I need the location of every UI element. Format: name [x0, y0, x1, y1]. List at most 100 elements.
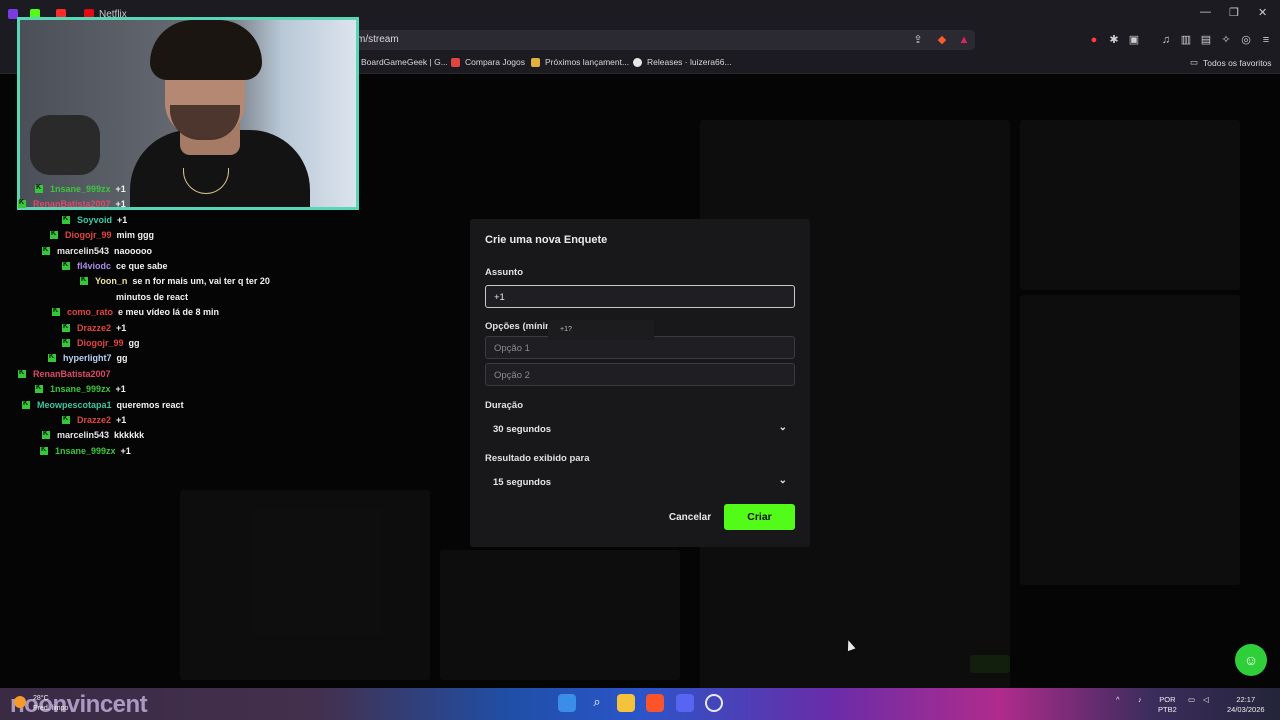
kick-badge-icon — [62, 215, 70, 224]
option-2-input[interactable]: Opção 2 — [485, 363, 795, 386]
subject-input[interactable]: +1 — [485, 285, 795, 308]
background-chat-actions-panel — [1020, 295, 1240, 585]
webcam-overlay — [17, 17, 359, 210]
chat-text: se n for mais um, vai ter q ter 20 — [132, 276, 270, 287]
weather-widget[interactable]: 28°C Pred. limpo — [33, 694, 68, 714]
chat-message: marcelin543 kkkkkk — [42, 430, 144, 440]
clock-time: 22:17 — [1236, 695, 1256, 704]
chat-message: minutos de react — [116, 292, 188, 302]
chat-text: queremos react — [116, 399, 184, 410]
chat-message: RenanBatista2007 +1 — [18, 199, 126, 209]
chat-message: 1nsane_999zx +1 — [35, 184, 126, 194]
duration-label: Duração — [485, 400, 524, 411]
minimize-icon[interactable]: — — [1200, 6, 1211, 18]
close-icon[interactable]: ✕ — [1258, 6, 1267, 19]
bookmark-label: BoardGameGeek | G... — [361, 57, 448, 67]
search-icon[interactable]: ⌕ — [588, 694, 606, 712]
discord-icon[interactable] — [676, 694, 694, 712]
volume-icon[interactable]: ◁ — [1203, 695, 1209, 705]
chat-message: 1nsane_999zx +1 — [35, 384, 126, 394]
bookmark-boardgamegeek[interactable]: BoardGameGeek | G... — [361, 57, 448, 67]
sidebar-icon[interactable]: ▥ — [1180, 34, 1192, 46]
share-icon[interactable]: ⇪ — [912, 34, 924, 46]
microphone-icon[interactable]: ♪ — [1138, 695, 1142, 705]
stream-logo-watermark: noonvincent — [10, 691, 148, 718]
chat-text: gg — [116, 353, 128, 364]
bookmark-all-favorites[interactable]: ▭ Todos os favoritos — [1190, 57, 1272, 68]
chat-username[interactable]: Meowpescotapa1 — [37, 400, 112, 410]
result-label: Resultado exibido para — [485, 453, 590, 464]
bookmark-releases[interactable]: Releases · luizera66... — [633, 57, 732, 67]
result-duration-select[interactable]: 15 segundos ⌄ — [485, 472, 795, 494]
bookmark-compara-jogos[interactable]: Compara Jogos — [451, 57, 525, 67]
chat-username[interactable]: 1nsane_999zx — [50, 184, 111, 194]
chat-username[interactable]: como_rato — [67, 307, 113, 317]
chat-username[interactable]: RenanBatista2007 — [33, 369, 111, 379]
rewards-icon[interactable]: ▲ — [958, 34, 970, 46]
duration-select[interactable]: 30 segundos ⌄ — [485, 419, 795, 441]
chat-message: RenanBatista2007 — [18, 369, 116, 379]
chat-username[interactable]: hyperlight7 — [63, 353, 112, 363]
chat-username[interactable]: Drazze2 — [77, 415, 111, 425]
network-icon[interactable]: ▭ — [1188, 695, 1195, 705]
bookmark-favicon — [451, 57, 460, 67]
weather-temp: 28°C — [33, 695, 49, 702]
chat-username[interactable]: RenanBatista2007 — [33, 199, 111, 209]
extension-red-icon[interactable]: ● — [1088, 34, 1100, 46]
file-explorer-icon[interactable] — [617, 694, 635, 712]
settings-icon[interactable] — [705, 694, 723, 712]
chat-username[interactable]: fl4viodc — [77, 261, 111, 271]
background-send-button — [970, 655, 1010, 673]
chat-message: hyperlight7 gg — [48, 353, 128, 363]
chat-text: +1 — [115, 184, 126, 194]
chat-username[interactable]: 1nsane_999zx — [50, 384, 111, 394]
kick-badge-icon — [18, 199, 26, 209]
menu-icon[interactable]: ≡ — [1260, 34, 1272, 46]
chat-text: +1 — [116, 322, 127, 333]
chat-username[interactable]: marcelin543 — [57, 246, 109, 256]
ai-icon[interactable]: ✧ — [1220, 34, 1232, 46]
chat-username[interactable]: 1nsane_999zx — [55, 446, 116, 456]
cancel-button[interactable]: Cancelar — [662, 510, 718, 524]
wallet-icon[interactable]: ▤ — [1200, 34, 1212, 46]
language-indicator[interactable]: POR PTB2 — [1158, 695, 1177, 715]
help-chat-icon[interactable]: ☺ — [1235, 644, 1267, 676]
chat-message: Soyvoid +1 — [62, 215, 127, 225]
brave-shield-icon[interactable]: ◆ — [936, 34, 948, 46]
chat-username[interactable]: marcelin543 — [57, 430, 109, 440]
chat-text: +1 — [115, 384, 126, 395]
chat-username[interactable]: Yoon_n — [95, 276, 127, 286]
windows-start-icon[interactable] — [558, 694, 576, 712]
clock[interactable]: 22:17 24/03/2026 — [1227, 695, 1265, 715]
extensions-icon[interactable]: ✱ — [1108, 34, 1120, 46]
favorites-label: Todos os favoritos — [1203, 57, 1272, 68]
chat-username[interactable]: Drazze2 — [77, 323, 111, 333]
brave-browser-icon[interactable] — [646, 694, 664, 712]
chat-text: ce que sabe — [116, 261, 168, 271]
url-bar[interactable]: m/stream — [355, 30, 975, 50]
create-button[interactable]: Criar — [724, 504, 795, 530]
bookmark-label: Compara Jogos — [465, 57, 526, 67]
maximize-icon[interactable]: ❐ — [1229, 6, 1239, 19]
kick-badge-icon — [40, 446, 48, 455]
chat-text: +1 — [120, 445, 131, 456]
bookmark-proximos[interactable]: Próximos lançament... — [531, 57, 629, 67]
chat-username[interactable]: Diogojr_99 — [65, 230, 112, 240]
result-duration-value: 15 segundos — [493, 477, 552, 488]
chat-message: fl4viodc ce que sabe — [62, 261, 168, 271]
webcam-clothes-pile — [30, 115, 100, 175]
chat-username[interactable]: Diogojr_99 — [77, 338, 124, 348]
language-top: POR — [1159, 695, 1176, 704]
chat-text: kkkkkk — [114, 430, 145, 441]
chat-message: Drazze2 +1 — [62, 323, 126, 333]
media-icon[interactable]: ♫ — [1160, 34, 1172, 46]
tray-expand-icon[interactable]: ^ — [1116, 695, 1120, 705]
chevron-down-icon: ⌄ — [778, 475, 787, 486]
kick-badge-icon — [18, 369, 26, 378]
folder-icon: ▭ — [1190, 57, 1199, 67]
vpn-icon[interactable]: ◎ — [1240, 34, 1252, 46]
chat-username[interactable]: Soyvoid — [77, 215, 112, 225]
screenshot-icon[interactable]: ▣ — [1128, 34, 1140, 46]
chat-message: Drazze2 +1 — [62, 415, 126, 425]
modal-title: Crie uma nova Enquete — [485, 234, 608, 246]
